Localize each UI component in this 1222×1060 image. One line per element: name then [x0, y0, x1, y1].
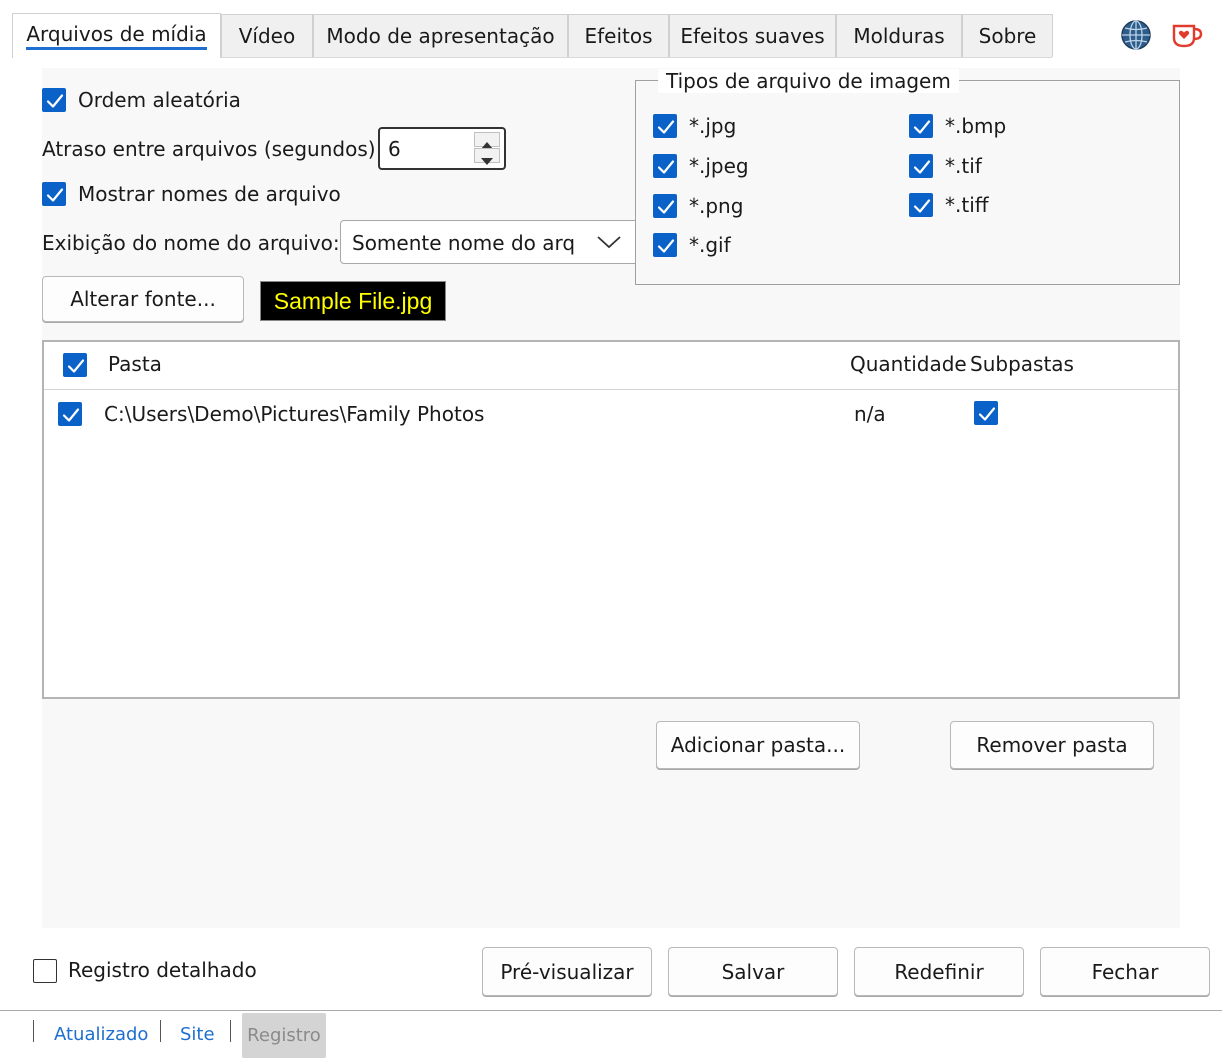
filetype-tif-checkbox[interactable] — [909, 154, 933, 178]
tab-effects[interactable]: Efeitos — [568, 14, 669, 57]
image-file-types-group: Tipos de arquivo de imagem *.jpg *.jpeg … — [635, 69, 1180, 285]
triangle-down-icon — [481, 158, 493, 165]
filetype-jpg-checkbox[interactable] — [653, 114, 677, 138]
tab-presentation-mode[interactable]: Modo de apresentação — [313, 14, 568, 57]
filetype-gif-checkbox[interactable] — [653, 233, 677, 257]
filetype-png-checkbox[interactable] — [653, 194, 677, 218]
delay-stepper[interactable]: 6 — [378, 127, 506, 170]
filetype-tif-label: *.tif — [945, 154, 982, 178]
close-label: Fechar — [1091, 959, 1159, 984]
tab-smooth-effects[interactable]: Efeitos suaves — [669, 14, 836, 57]
preview-label: Pré-visualizar — [500, 959, 634, 984]
check-icon — [61, 405, 81, 425]
column-count[interactable]: Quantidade — [850, 352, 967, 376]
globe-icon[interactable] — [1119, 18, 1153, 52]
change-font-label: Alterar fonte... — [70, 287, 216, 311]
reset-button[interactable]: Redefinir — [854, 947, 1024, 996]
filetype-png-label: *.png — [689, 194, 744, 218]
stepper-down-button[interactable] — [474, 148, 500, 165]
check-icon — [656, 157, 676, 177]
preview-button[interactable]: Pré-visualizar — [482, 947, 652, 996]
filetype-jpg-label: *.jpg — [689, 114, 737, 138]
file-types-title: Tipos de arquivo de imagem — [658, 69, 959, 93]
folder-path: C:\Users\Demo\Pictures\Family Photos — [104, 402, 485, 426]
column-subfolders[interactable]: Subpastas — [970, 352, 1074, 376]
check-icon — [977, 404, 997, 424]
select-all-folders-checkbox[interactable] — [63, 353, 87, 377]
reset-label: Redefinir — [894, 959, 984, 984]
filetype-bmp-label: *.bmp — [945, 114, 1007, 138]
status-separator — [33, 1020, 34, 1042]
check-icon — [656, 236, 676, 256]
tab-video[interactable]: Vídeo — [221, 14, 313, 57]
folder-row-checkbox[interactable] — [58, 402, 82, 426]
font-sample-text: Sample File.jpg — [273, 287, 433, 314]
folder-count: n/a — [854, 402, 886, 426]
delay-value: 6 — [388, 137, 401, 161]
filetype-tiff-label: *.tiff — [945, 193, 989, 217]
check-icon — [45, 185, 65, 205]
check-icon — [912, 196, 932, 216]
tab-label: Efeitos suaves — [680, 24, 825, 48]
tab-label: Molduras — [853, 24, 945, 48]
show-filenames-label: Mostrar nomes de arquivo — [78, 182, 341, 206]
tab-about[interactable]: Sobre — [962, 14, 1053, 57]
font-sample: Sample File.jpg — [260, 281, 446, 321]
add-folder-label: Adicionar pasta... — [670, 733, 846, 757]
filetype-jpeg-label: *.jpeg — [689, 154, 749, 178]
stepper-up-button[interactable] — [474, 132, 500, 149]
include-subfolders-checkbox[interactable] — [974, 401, 998, 425]
filename-display-label: Exibição do nome do arquivo: — [42, 231, 340, 255]
filetype-gif-label: *.gif — [689, 233, 731, 257]
check-icon — [656, 197, 676, 217]
tab-label: Vídeo — [238, 24, 296, 48]
close-button[interactable]: Fechar — [1040, 947, 1210, 996]
filename-display-select[interactable]: Somente nome do arq — [340, 220, 645, 264]
tab-media-files[interactable]: Arquivos de mídia — [12, 13, 221, 58]
save-button[interactable]: Salvar — [668, 947, 838, 996]
status-separator — [160, 1020, 161, 1042]
updated-link[interactable]: Atualizado — [54, 1024, 148, 1045]
log-label: Registro — [247, 1025, 321, 1046]
check-icon — [912, 117, 932, 137]
verbose-log-label: Registro detalhado — [68, 958, 257, 982]
filetype-tiff-checkbox[interactable] — [909, 193, 933, 217]
delay-label: Atraso entre arquivos (segundos): — [42, 137, 383, 161]
check-icon — [66, 356, 86, 376]
remove-folder-label: Remover pasta — [976, 733, 1128, 757]
verbose-log-checkbox[interactable] — [33, 959, 57, 983]
column-folder[interactable]: Pasta — [108, 352, 162, 376]
save-label: Salvar — [721, 959, 785, 984]
check-icon — [45, 91, 65, 111]
status-bar-divider — [0, 1010, 1222, 1011]
filetype-jpeg-checkbox[interactable] — [653, 154, 677, 178]
change-font-button[interactable]: Alterar fonte... — [42, 276, 244, 322]
filename-display-value: Somente nome do arq — [352, 231, 576, 255]
tab-label: Arquivos de mídia — [26, 22, 207, 50]
coffee-heart-icon[interactable] — [1170, 20, 1204, 50]
tab-frames[interactable]: Molduras — [836, 14, 962, 57]
folder-list-header: Pasta Quantidade Subpastas — [44, 342, 1178, 390]
shuffle-label: Ordem aleatória — [78, 88, 241, 112]
show-filenames-checkbox[interactable] — [42, 182, 66, 206]
remove-folder-button[interactable]: Remover pasta — [950, 721, 1154, 769]
check-icon — [656, 117, 676, 137]
shuffle-checkbox[interactable] — [42, 88, 66, 112]
chevron-down-icon — [597, 236, 621, 249]
table-row[interactable]: C:\Users\Demo\Pictures\Family Photos n/a — [44, 390, 1178, 438]
tab-label: Efeitos — [584, 24, 653, 48]
log-button[interactable]: Registro — [242, 1013, 326, 1058]
add-folder-button[interactable]: Adicionar pasta... — [656, 721, 860, 769]
status-separator — [230, 1020, 231, 1042]
folder-list: Pasta Quantidade Subpastas C:\Users\Demo… — [42, 340, 1180, 699]
check-icon — [912, 157, 932, 177]
tab-label: Modo de apresentação — [326, 24, 555, 48]
site-link[interactable]: Site — [180, 1024, 215, 1045]
tab-label: Sobre — [978, 24, 1037, 48]
filetype-bmp-checkbox[interactable] — [909, 114, 933, 138]
